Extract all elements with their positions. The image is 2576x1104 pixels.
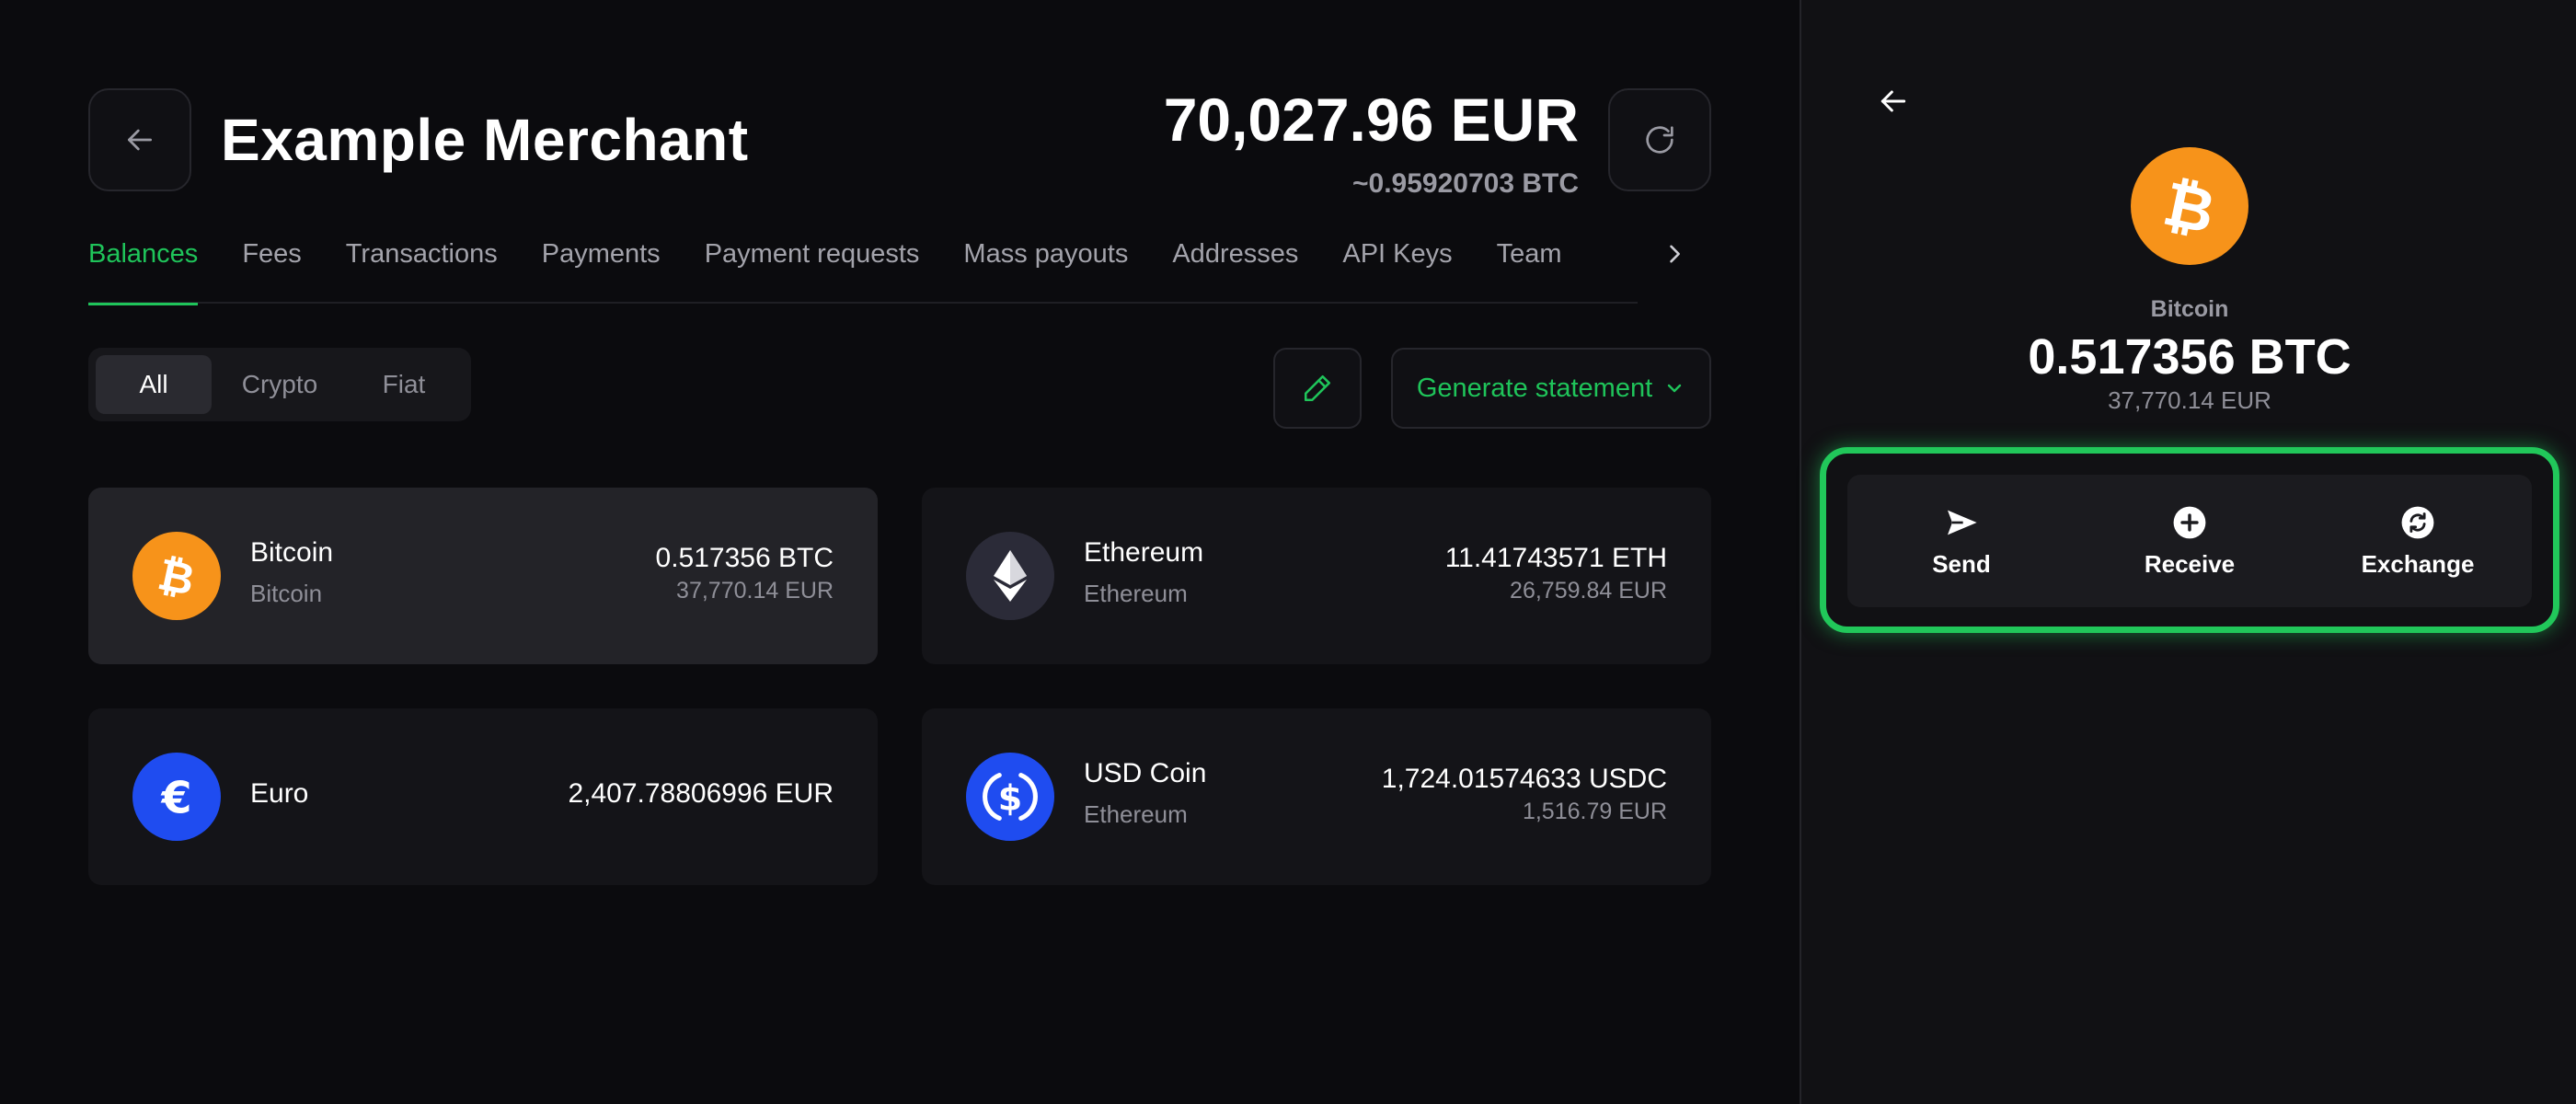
total-balance: 70,027.96 EUR bbox=[1163, 86, 1579, 154]
svg-text:€: € bbox=[160, 774, 191, 824]
balance-card-ethereum[interactable]: Ethereum Ethereum 11.41743571 ETH 26,759… bbox=[922, 488, 1711, 664]
asset-name: USD Coin bbox=[1084, 758, 1207, 788]
tab-fees[interactable]: Fees bbox=[242, 228, 301, 304]
refresh-button[interactable] bbox=[1608, 88, 1711, 191]
send-icon bbox=[1943, 504, 1980, 541]
plus-circle-icon bbox=[2171, 504, 2208, 541]
tab-payment-requests[interactable]: Payment requests bbox=[705, 228, 920, 304]
ethereum-icon bbox=[966, 532, 1054, 620]
generate-statement-button[interactable]: Generate statement bbox=[1391, 348, 1711, 429]
arrow-left-icon bbox=[128, 129, 152, 151]
bitcoin-icon: ₿ bbox=[132, 532, 221, 620]
asset-name: Euro bbox=[250, 778, 309, 809]
total-balance-btc: ~0.95920703 BTC bbox=[1351, 168, 1579, 199]
balance-card-bitcoin[interactable]: ₿ Bitcoin Bitcoin 0.517356 BTC 37,770.14… bbox=[88, 488, 878, 664]
receive-label: Receive bbox=[2144, 549, 2236, 578]
receive-button[interactable]: Receive bbox=[2076, 475, 2304, 607]
filter-all[interactable]: All bbox=[96, 355, 212, 414]
tab-team[interactable]: Team bbox=[1497, 228, 1562, 304]
asset-filter: All Crypto Fiat bbox=[88, 348, 471, 421]
send-button[interactable]: Send bbox=[1847, 475, 2076, 607]
send-label: Send bbox=[1932, 549, 1991, 578]
asset-amount: 0.517356 BTC bbox=[655, 543, 834, 573]
filter-fiat[interactable]: Fiat bbox=[348, 355, 460, 414]
refresh-icon bbox=[1646, 126, 1673, 154]
generate-statement-label: Generate statement bbox=[1416, 373, 1653, 403]
tab-payments[interactable]: Payments bbox=[542, 228, 661, 304]
chevron-right-icon bbox=[1670, 245, 1680, 263]
asset-name: Ethereum bbox=[1084, 537, 1204, 568]
panel-asset-amount: 0.517356 BTC bbox=[2028, 329, 2352, 385]
arrow-left-icon bbox=[1880, 90, 1906, 112]
tab-balances[interactable]: Balances bbox=[88, 228, 199, 305]
back-button[interactable] bbox=[88, 88, 191, 191]
asset-detail-panel: ₿ Bitcoin 0.517356 BTC 37,770.14 EUR Sen… bbox=[1800, 0, 2576, 1104]
balance-card-usd-coin[interactable]: $ USD Coin Ethereum 1,724.01574633 USDC … bbox=[922, 708, 1711, 885]
asset-network: Ethereum bbox=[1084, 800, 1188, 828]
pencil-icon bbox=[1304, 374, 1331, 402]
asset-fiat-value: 37,770.14 EUR bbox=[676, 578, 834, 604]
exchange-label: Exchange bbox=[2361, 549, 2475, 578]
tabs-scroll-right-button[interactable] bbox=[1656, 234, 1693, 274]
main-content: Example Merchant 70,027.96 EUR ~0.959207… bbox=[0, 0, 1800, 1104]
asset-fiat-value: 26,759.84 EUR bbox=[1510, 578, 1667, 604]
filter-crypto[interactable]: Crypto bbox=[217, 355, 342, 414]
asset-amount: 11.41743571 ETH bbox=[1444, 543, 1667, 573]
panel-asset-name: Bitcoin bbox=[2150, 296, 2229, 322]
balance-card-euro[interactable]: € Euro 2,407.78806996 EUR bbox=[88, 708, 878, 885]
asset-actions: Send Receive Exchange bbox=[1847, 475, 2532, 607]
tab-api-keys[interactable]: API Keys bbox=[1342, 228, 1452, 304]
exchange-icon bbox=[2399, 504, 2436, 541]
page-title: Example Merchant bbox=[221, 107, 749, 173]
euro-icon: € bbox=[132, 753, 221, 841]
bitcoin-icon: ₿ bbox=[2131, 147, 2248, 265]
asset-fiat-value: 1,516.79 EUR bbox=[1522, 799, 1667, 824]
asset-network: Ethereum bbox=[1084, 580, 1188, 607]
svg-text:₿: ₿ bbox=[2157, 167, 2221, 245]
tab-addresses[interactable]: Addresses bbox=[1172, 228, 1298, 304]
asset-amount: 1,724.01574633 USDC bbox=[1381, 764, 1667, 794]
asset-network: Bitcoin bbox=[250, 580, 323, 607]
tab-transactions[interactable]: Transactions bbox=[346, 228, 498, 304]
tab-bar: Balances Fees Transactions Payments Paym… bbox=[88, 228, 1638, 305]
panel-asset-fiat: 37,770.14 EUR bbox=[2108, 386, 2271, 414]
tab-mass-payouts[interactable]: Mass payouts bbox=[963, 228, 1128, 304]
svg-text:$: $ bbox=[998, 778, 1022, 819]
usdc-icon: $ bbox=[966, 753, 1054, 841]
asset-amount: 2,407.78806996 EUR bbox=[568, 778, 834, 809]
chevron-down-icon bbox=[1667, 384, 1682, 393]
exchange-button[interactable]: Exchange bbox=[2304, 475, 2532, 607]
panel-back-button[interactable] bbox=[1871, 79, 1915, 123]
asset-name: Bitcoin bbox=[250, 537, 334, 568]
svg-text:₿: ₿ bbox=[154, 549, 199, 604]
edit-button[interactable] bbox=[1273, 348, 1362, 429]
